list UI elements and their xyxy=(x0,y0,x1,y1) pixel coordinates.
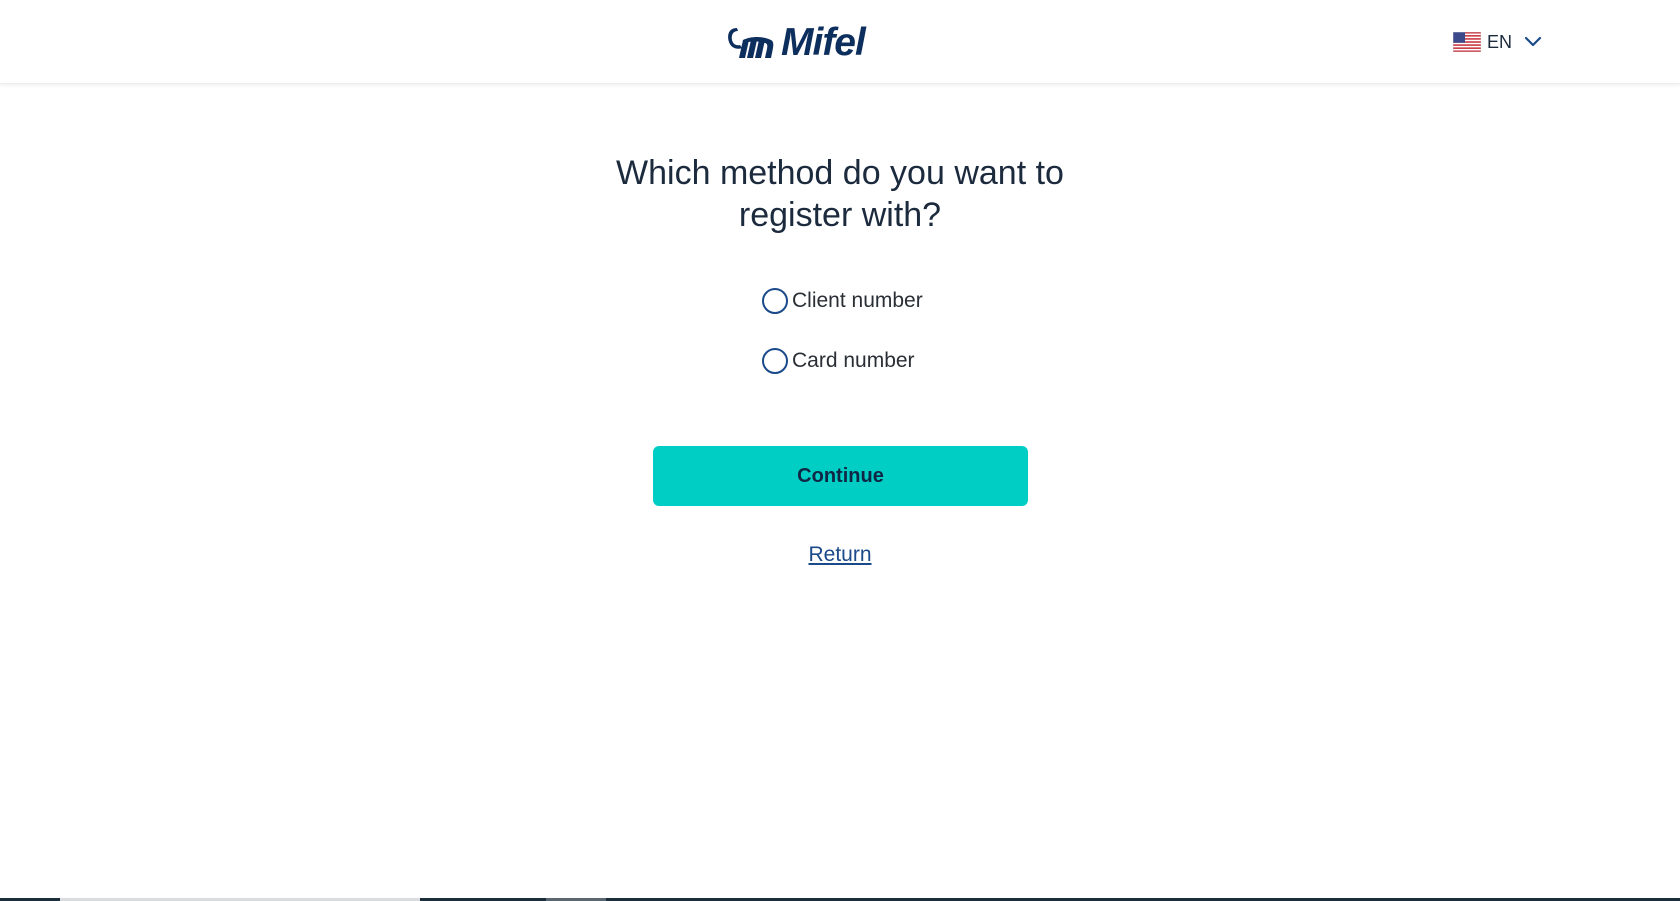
chevron-down-icon xyxy=(1524,36,1542,47)
option-card-number[interactable]: Card number xyxy=(762,346,1062,376)
page-title: Which method do you want to register wit… xyxy=(616,154,1064,234)
continue-button[interactable]: Continue xyxy=(653,446,1028,506)
us-flag-icon xyxy=(1453,32,1481,52)
language-selector[interactable]: EN xyxy=(1453,29,1542,55)
mifel-logo[interactable]: Mifel xyxy=(725,21,870,64)
method-options: Client number Card number xyxy=(762,286,1062,406)
logo-text: Mifel xyxy=(781,21,866,64)
return-link[interactable]: Return xyxy=(740,543,940,567)
radio-client-number[interactable] xyxy=(762,288,788,314)
top-header: Mifel EN xyxy=(0,0,1680,84)
radio-card-number[interactable] xyxy=(762,348,788,374)
mifel-logo-icon xyxy=(728,28,774,58)
option-label-card-number: Card number xyxy=(792,349,915,372)
option-client-number[interactable]: Client number xyxy=(762,286,1062,316)
option-label-client-number: Client number xyxy=(792,289,923,312)
registration-method-panel: Which method do you want to register wit… xyxy=(0,84,1680,899)
language-code: EN xyxy=(1487,31,1513,52)
